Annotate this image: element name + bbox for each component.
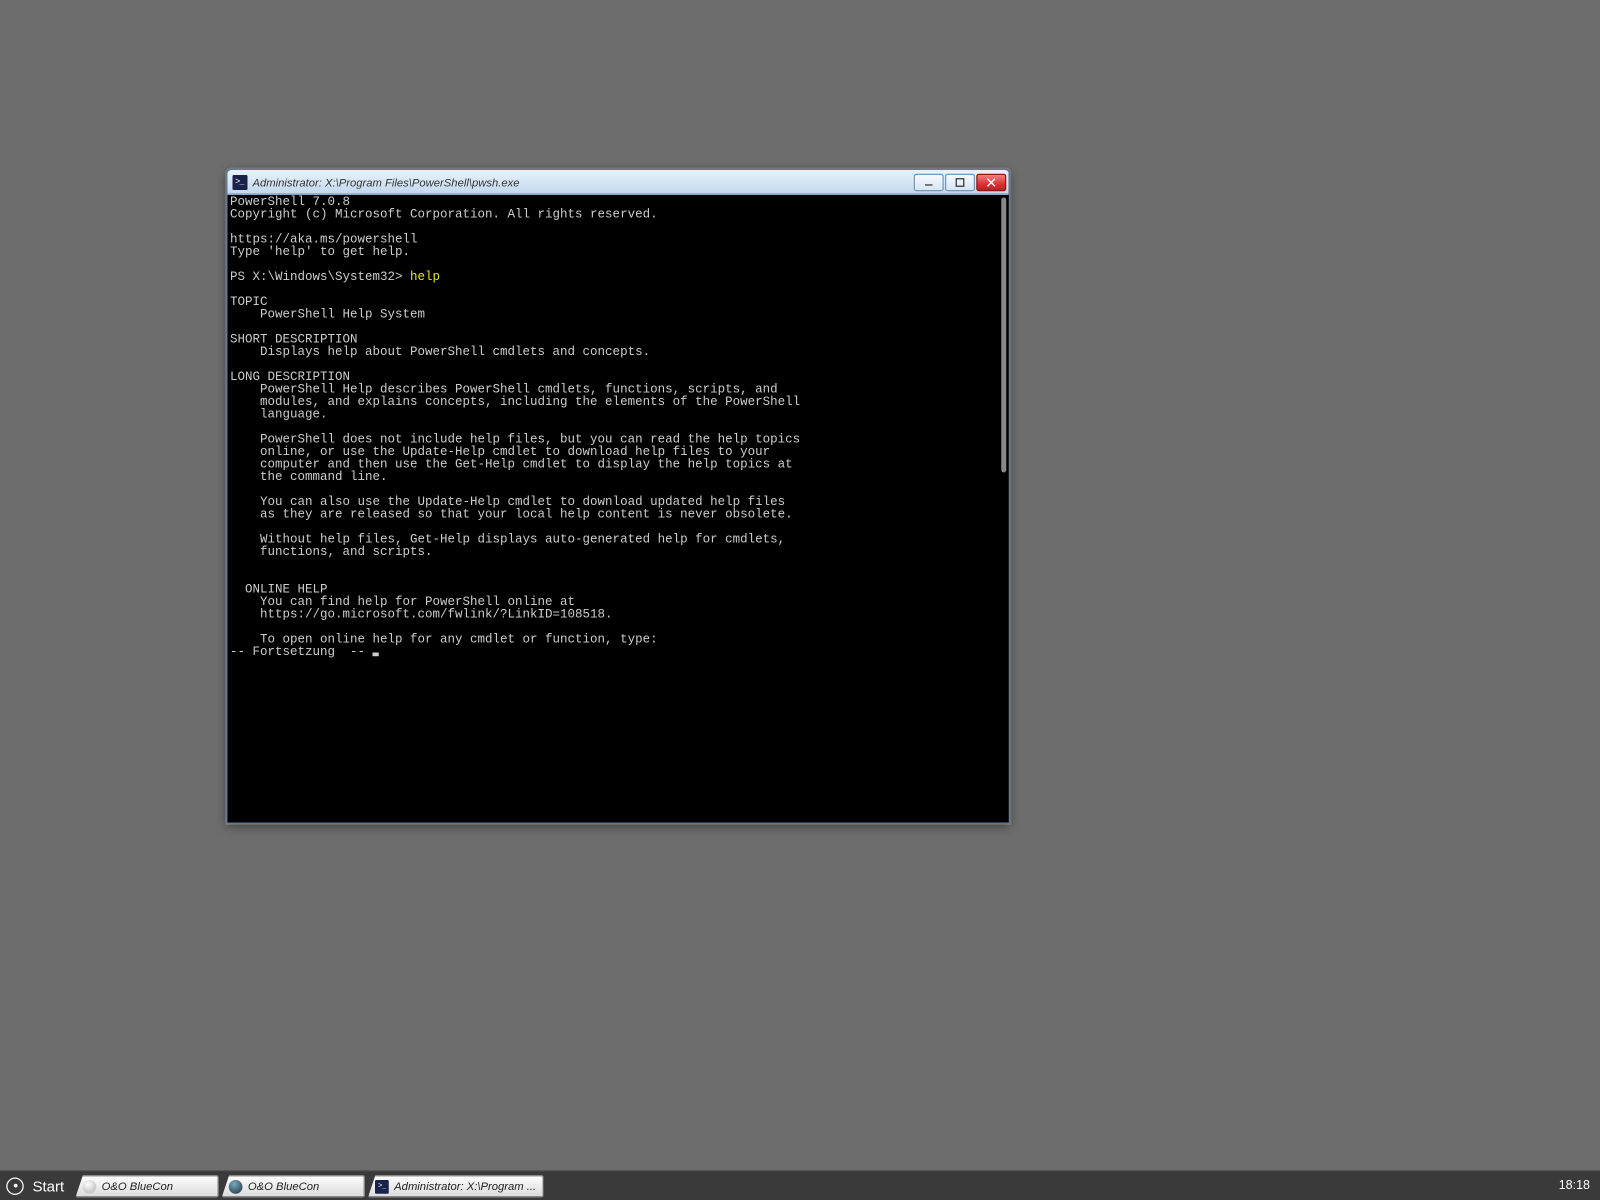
terminal-line: PowerShell Help System	[230, 309, 425, 323]
prompt-command: help	[410, 271, 440, 285]
window-controls	[913, 173, 1007, 191]
taskbar-item-label: O&O BlueCon	[102, 1180, 173, 1193]
prompt-prefix: PS X:\Windows\System32>	[230, 271, 410, 285]
terminal-line: the command line.	[230, 471, 388, 485]
taskbar-item-bluecon-2[interactable]: O&O BlueCon	[222, 1175, 366, 1198]
close-button[interactable]	[976, 173, 1006, 191]
terminal-line: Copyright (c) Microsoft Corporation. All…	[230, 209, 658, 223]
cursor	[373, 653, 379, 657]
taskbar-item-powershell[interactable]: >_ Administrator: X:\Program ...	[368, 1175, 544, 1198]
taskbar-item-label: O&O BlueCon	[248, 1180, 319, 1193]
maximize-button[interactable]	[945, 173, 975, 191]
terminal-line: Type 'help' to get help.	[230, 246, 410, 260]
terminal-output[interactable]: PowerShell 7.0.8 Copyright (c) Microsoft…	[228, 195, 1003, 824]
powershell-icon: >_	[233, 174, 248, 189]
taskbar-item-bluecon-1[interactable]: O&O BlueCon	[75, 1175, 219, 1198]
scrollbar[interactable]	[1001, 198, 1006, 473]
taskbar: Start O&O BlueCon O&O BlueCon >_ Adminis…	[0, 1170, 1600, 1200]
titlebar[interactable]: >_ Administrator: X:\Program Files\Power…	[228, 170, 1009, 195]
powershell-window: >_ Administrator: X:\Program Files\Power…	[226, 169, 1010, 824]
start-button-icon[interactable]	[0, 1171, 30, 1200]
minimize-button[interactable]	[914, 173, 944, 191]
terminal-line: language.	[230, 409, 328, 423]
terminal-line: functions, and scripts.	[230, 546, 433, 560]
window-title: Administrator: X:\Program Files\PowerShe…	[253, 176, 913, 189]
desktop: >_ Administrator: X:\Program Files\Power…	[0, 0, 1600, 1170]
powershell-icon: >_	[375, 1179, 389, 1193]
clock[interactable]: 18:18	[1549, 1171, 1600, 1200]
terminal-line: https://go.microsoft.com/fwlink/?LinkID=…	[230, 609, 613, 623]
bluecon-icon	[229, 1179, 243, 1193]
continuation-prompt: -- Fortsetzung --	[230, 646, 373, 660]
taskbar-item-label: Administrator: X:\Program ...	[394, 1180, 536, 1193]
terminal-line: Displays help about PowerShell cmdlets a…	[230, 346, 650, 360]
start-button[interactable]: Start	[30, 1171, 74, 1200]
terminal-line: as they are released so that your local …	[230, 509, 793, 523]
taskbar-spacer	[545, 1171, 1549, 1200]
bluecon-icon	[83, 1179, 97, 1193]
